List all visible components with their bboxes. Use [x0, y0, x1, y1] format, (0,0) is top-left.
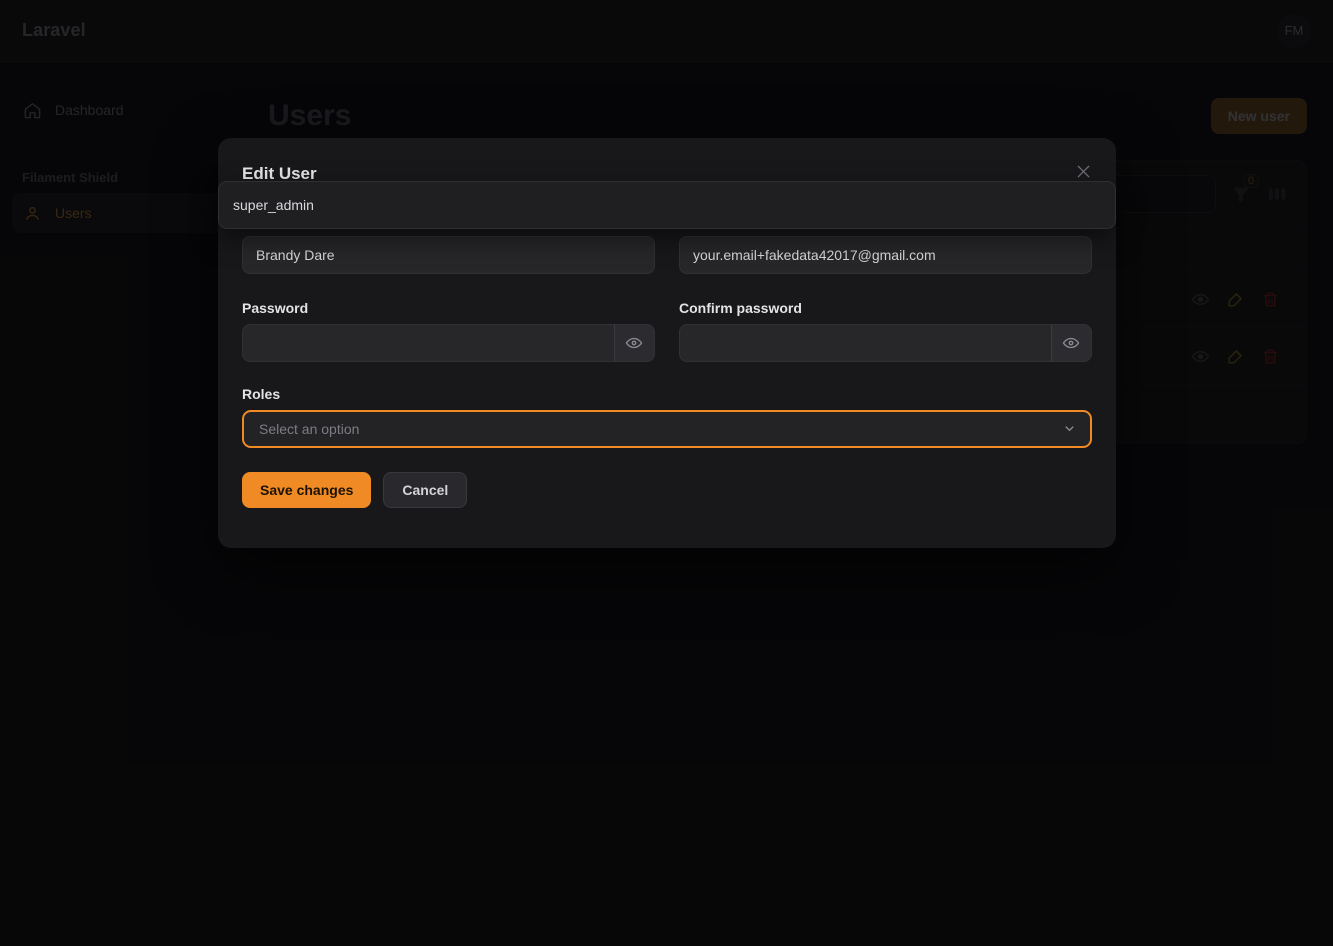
name-input[interactable] [242, 236, 655, 274]
password-input[interactable] [242, 324, 614, 362]
email-input[interactable] [679, 236, 1092, 274]
confirm-password-label: Confirm password [679, 300, 1092, 316]
password-label: Password [242, 300, 655, 316]
chevron-down-icon [1062, 421, 1077, 436]
password-input-wrap [242, 324, 655, 362]
modal-actions: Save changes Cancel [242, 472, 1092, 508]
password-row: Password Confirm password [242, 300, 1092, 362]
roles-field-group: Roles Select an option super_admin [242, 386, 1092, 448]
eye-icon[interactable] [614, 324, 655, 362]
roles-dropdown: super_admin [218, 181, 1116, 229]
app-root: Laravel FM Dashboard Filament Shield [0, 0, 1333, 946]
confirm-password-field-group: Confirm password [679, 300, 1092, 362]
roles-label: Roles [242, 386, 1092, 402]
cancel-button[interactable]: Cancel [383, 472, 467, 508]
roles-select[interactable]: Select an option [242, 410, 1092, 448]
confirm-password-input-wrap [679, 324, 1092, 362]
confirm-password-input[interactable] [679, 324, 1051, 362]
password-field-group: Password [242, 300, 655, 362]
save-button[interactable]: Save changes [242, 472, 371, 508]
edit-user-modal: Edit User Name* Email* Password [218, 138, 1116, 548]
roles-option-super-admin[interactable]: super_admin [219, 188, 1115, 222]
roles-placeholder: Select an option [257, 421, 359, 437]
eye-icon[interactable] [1051, 324, 1092, 362]
